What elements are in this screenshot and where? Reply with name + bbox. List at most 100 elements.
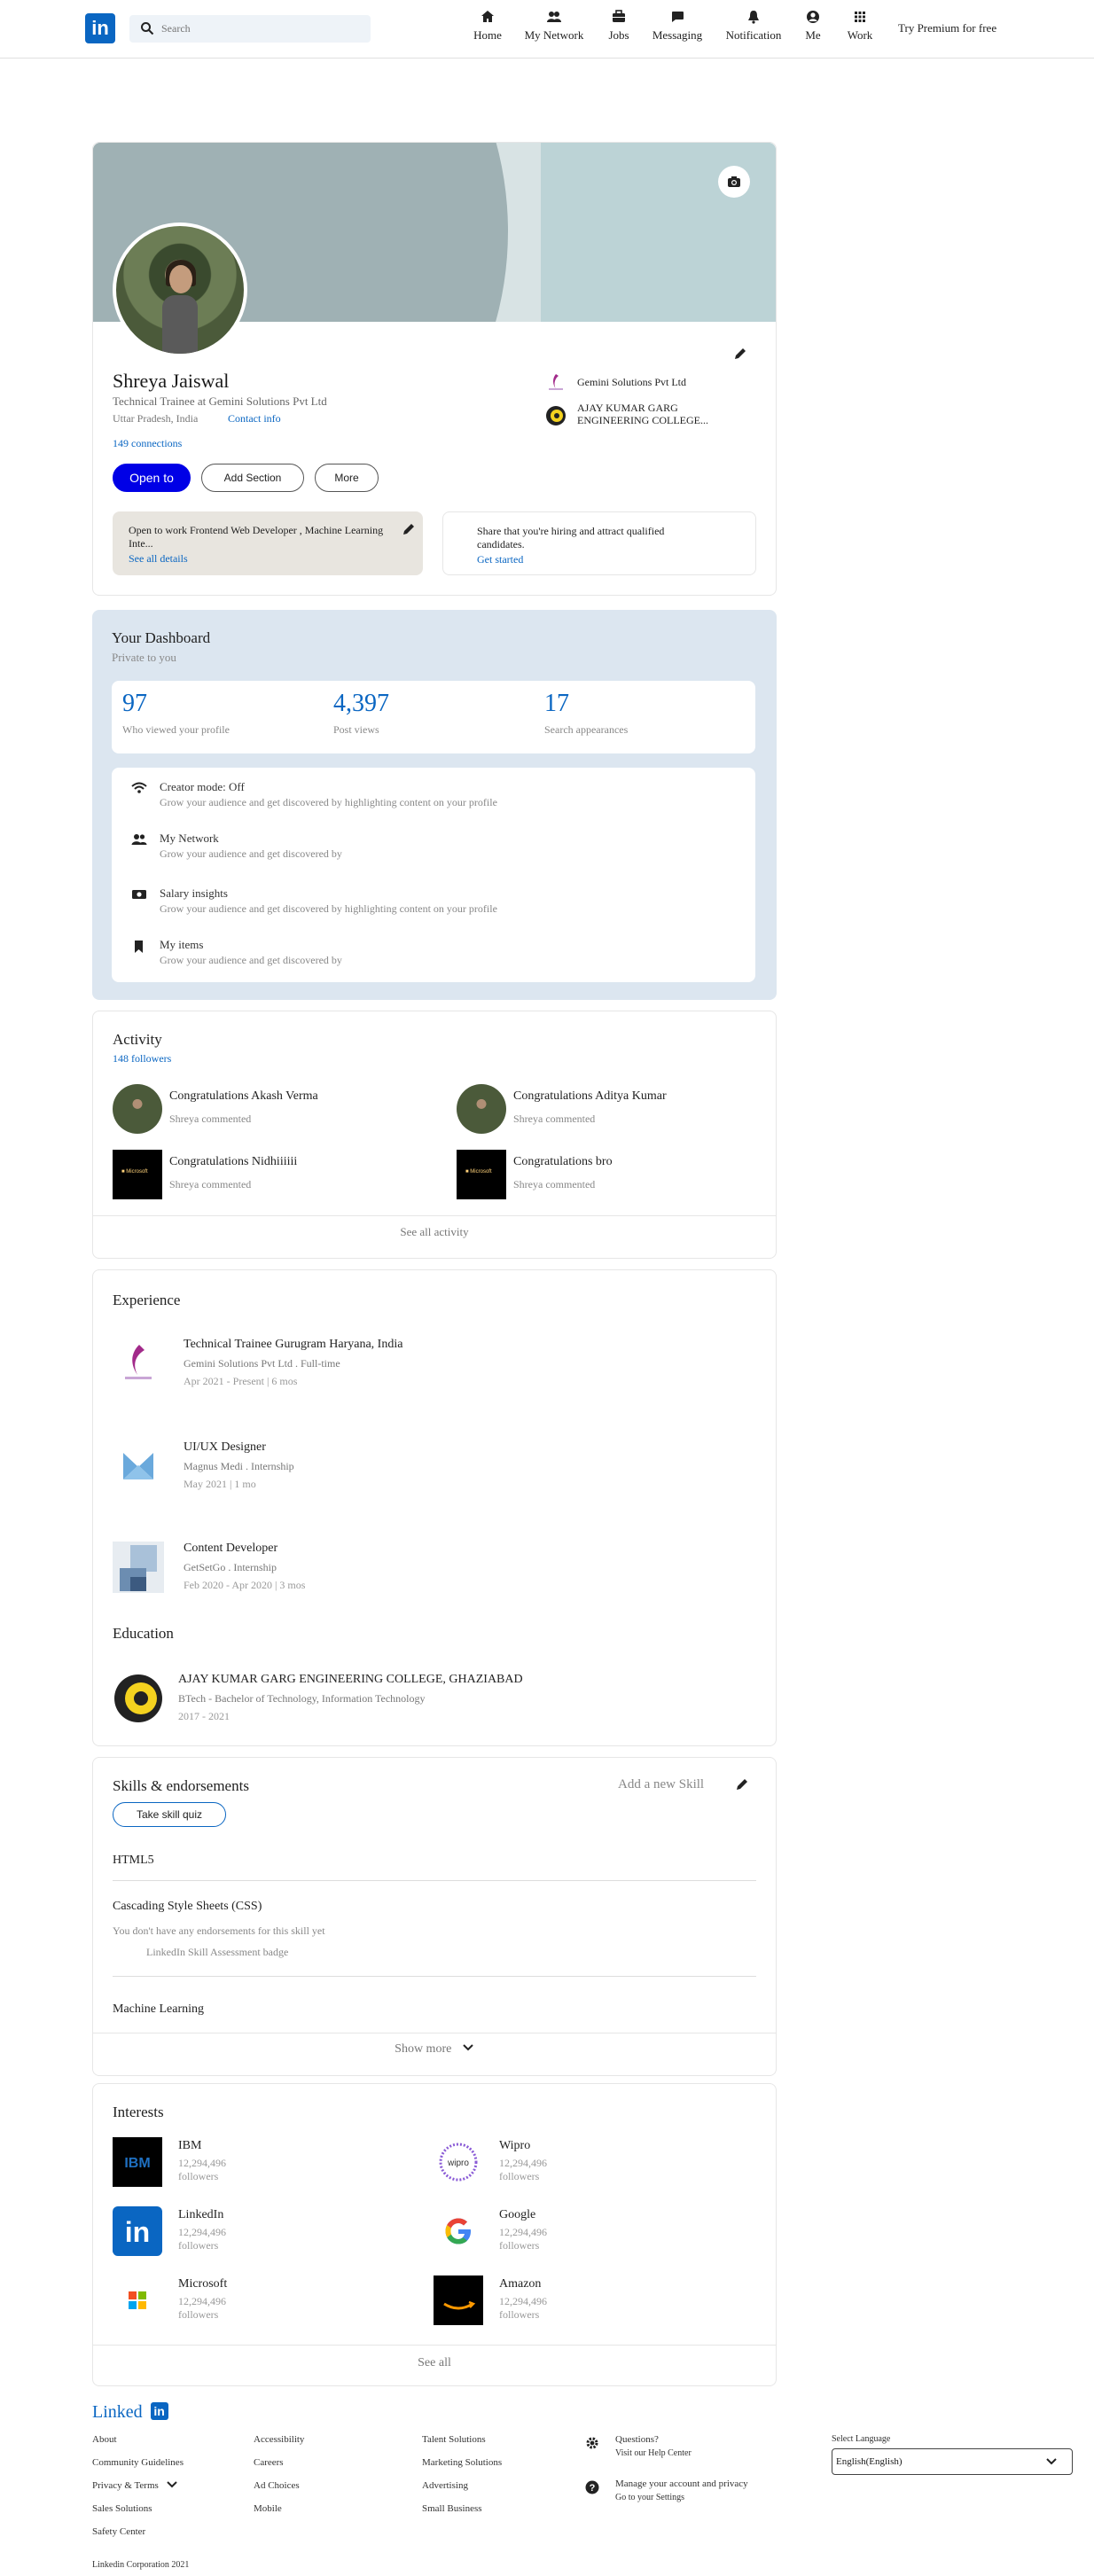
grid-icon: [855, 12, 865, 22]
try-premium-link[interactable]: Try Premium for free: [898, 21, 996, 35]
footer-link-safety[interactable]: Safety Center: [92, 2526, 145, 2537]
nav-work[interactable]: Work: [845, 9, 875, 50]
google-logo-icon: [445, 2218, 471, 2244]
svg-text:?: ?: [590, 2483, 596, 2494]
footer-link-sales[interactable]: Sales Solutions: [92, 2503, 152, 2514]
stat-profile-views[interactable]: 97 Who viewed your profile: [122, 690, 230, 737]
add-section-button[interactable]: Add Section: [201, 464, 304, 492]
experience-card: Experience Technical Trainee Gurugram Ha…: [92, 1269, 777, 1746]
footer-link-talent[interactable]: Talent Solutions: [422, 2434, 486, 2445]
message-icon: [672, 12, 684, 22]
dashboard-card: Your Dashboard Private to you 97 Who vie…: [92, 610, 777, 1000]
ibm-logo-icon: IBM: [113, 2137, 162, 2187]
manage-account-text: Manage your account and privacy: [615, 2478, 748, 2489]
magnus-logo-icon: [123, 1453, 153, 1479]
wipro-logo-icon: wipro: [439, 2143, 478, 2182]
edit-skills-icon[interactable]: [735, 1777, 749, 1791]
top-navbar: in Home My Network Jobs Messaging Notifi…: [0, 0, 1094, 59]
edit-open-to-work-icon[interactable]: [402, 522, 416, 536]
nav-my-network[interactable]: My Network: [523, 9, 585, 50]
dashboard-list: Creator mode: Off Grow your audience and…: [112, 768, 755, 982]
wifi-icon: [131, 782, 147, 793]
search-icon: [141, 22, 154, 35]
edit-profile-icon[interactable]: [733, 347, 747, 361]
footer-logo[interactable]: Linked in: [92, 2402, 168, 2423]
footer-link-advertising[interactable]: Advertising: [422, 2480, 468, 2491]
education-title: Education: [113, 1625, 174, 1642]
connections-link[interactable]: 149 connections: [113, 437, 182, 450]
footer-link-about[interactable]: About: [92, 2434, 117, 2445]
college-logo-icon: [114, 1674, 162, 1722]
gear-icon: [586, 2437, 598, 2449]
bookmark-icon: [135, 941, 143, 953]
show-more-button[interactable]: Show more: [93, 2033, 776, 2075]
chevron-down-icon: [166, 2481, 177, 2488]
see-all-activity-link[interactable]: See all activity: [93, 1215, 776, 1258]
experience-title: Experience: [113, 1292, 181, 1308]
followers-link[interactable]: 148 followers: [113, 1052, 171, 1066]
post-thumbnail: [113, 1084, 162, 1134]
skills-card: Skills & endorsements Add a new Skill Ta…: [92, 1757, 777, 2076]
skill-item[interactable]: HTML5: [113, 1854, 756, 1881]
stat-search-appearances[interactable]: 17 Search appearances: [544, 690, 628, 737]
nav-home[interactable]: Home: [470, 9, 505, 50]
post-thumbnail: ■ Microsoft: [113, 1150, 162, 1199]
interests-title: Interests: [113, 2104, 164, 2120]
bell-icon: [748, 11, 759, 24]
copyright-text: Linkedin Corporation 2021: [92, 2560, 190, 2570]
skill-item[interactable]: Cascading Style Sheets (CSS) You don't h…: [113, 1900, 756, 1977]
amazon-logo-icon: [434, 2275, 483, 2325]
skill-item[interactable]: Machine Learning: [113, 2002, 756, 2017]
footer-link-accessibility[interactable]: Accessibility: [254, 2434, 304, 2445]
more-button[interactable]: More: [315, 464, 379, 492]
footer-link-careers[interactable]: Careers: [254, 2457, 284, 2468]
interests-card: Interests IBM IBM 12,294,496 followers w…: [92, 2083, 777, 2386]
footer-link-privacy[interactable]: Privacy & Terms: [92, 2480, 177, 2491]
add-skill-link[interactable]: Add a new Skill: [618, 1777, 704, 1792]
contact-info-link[interactable]: Contact info: [228, 412, 281, 425]
see-all-interests-link[interactable]: See all: [93, 2345, 776, 2385]
gemini-logo-icon: [549, 374, 563, 390]
hiring-card[interactable]: Share that you're hiring and attract qua…: [442, 511, 756, 575]
select-language-label: Select Language: [832, 2434, 891, 2444]
avatar[interactable]: [113, 222, 247, 357]
help-icon: ?: [585, 2480, 599, 2494]
footer-link-ad-choices[interactable]: Ad Choices: [254, 2480, 300, 2491]
footer-link-mobile[interactable]: Mobile: [254, 2503, 282, 2514]
footer-link-community[interactable]: Community Guidelines: [92, 2457, 184, 2468]
open-to-button[interactable]: Open to: [113, 464, 191, 492]
svg-text:in: in: [125, 2216, 150, 2248]
open-to-work-card[interactable]: Open to work Frontend Web Developer , Ma…: [113, 511, 423, 575]
dashboard-subtitle: Private to you: [112, 651, 176, 664]
activity-title: Activity: [113, 1031, 162, 1048]
edit-cover-button[interactable]: [718, 166, 750, 198]
footer-link-marketing[interactable]: Marketing Solutions: [422, 2457, 502, 2468]
profile-card: Shreya Jaiswal Technical Trainee at Gemi…: [92, 142, 777, 596]
settings-link[interactable]: Go to your Settings: [615, 2493, 684, 2502]
nav-jobs[interactable]: Jobs: [603, 9, 635, 50]
linkedin-logo[interactable]: in: [85, 13, 115, 43]
search-input[interactable]: [161, 15, 365, 43]
stat-post-views[interactable]: 4,397 Post views: [333, 690, 389, 737]
microsoft-logo-icon: [129, 2291, 146, 2309]
take-skill-quiz-button[interactable]: Take skill quiz: [113, 1802, 226, 1827]
chevron-down-icon: [463, 2044, 473, 2051]
questions-text: Questions?: [615, 2434, 659, 2445]
get-started-link[interactable]: Get started: [477, 553, 523, 566]
college-logo-icon: [546, 406, 566, 425]
nav-messaging[interactable]: Messaging: [651, 9, 704, 50]
activity-card: Activity 148 followers Congratulations A…: [92, 1011, 777, 1259]
search-box[interactable]: [129, 15, 371, 43]
nav-notification[interactable]: Notification: [720, 9, 787, 50]
getsetgo-logo-icon: [113, 1542, 164, 1593]
see-all-details-link[interactable]: See all details: [129, 552, 188, 566]
footer-link-small-business[interactable]: Small Business: [422, 2503, 482, 2514]
linkedin-in-icon: in: [150, 2402, 168, 2420]
dashboard-title: Your Dashboard: [112, 629, 211, 646]
money-icon: [132, 890, 146, 899]
nav-me[interactable]: Me: [801, 9, 824, 50]
help-center-link[interactable]: Visit our Help Center: [615, 2448, 692, 2458]
profile-name: Shreya Jaiswal: [113, 370, 230, 392]
language-select[interactable]: English(English): [832, 2448, 1073, 2475]
skill-badge-text: LinkedIn Skill Assessment badge: [146, 1946, 289, 1958]
